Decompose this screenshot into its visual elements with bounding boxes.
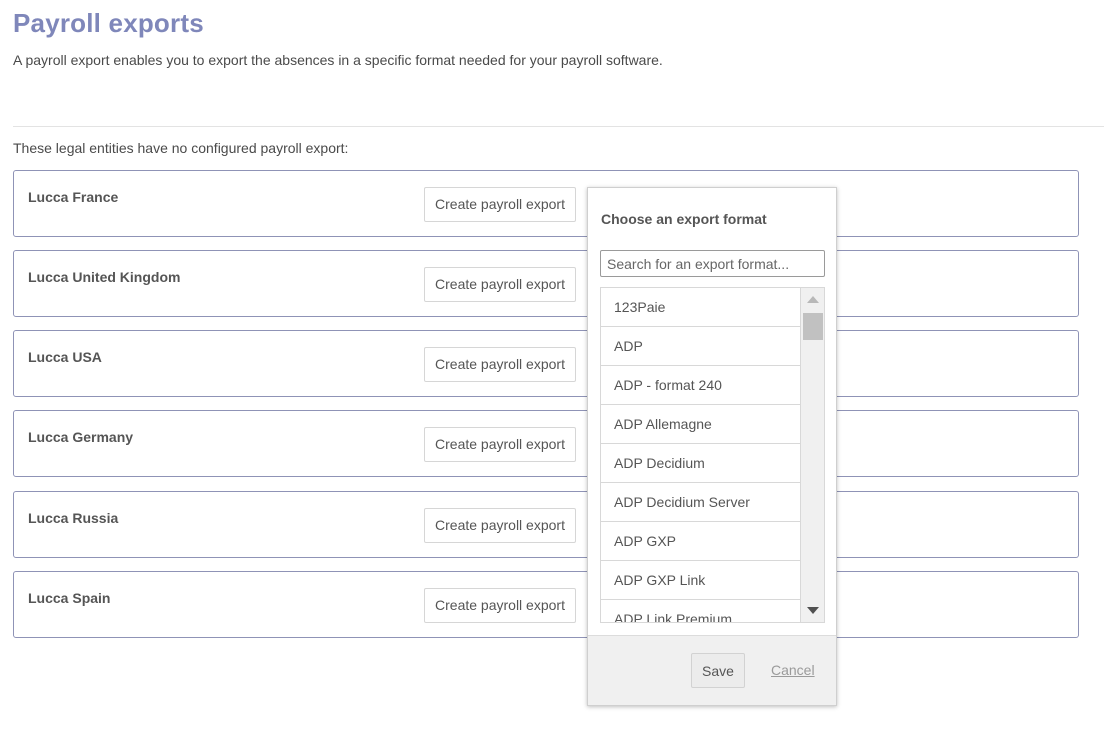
entity-card-lucca-germany: Lucca Germany Create payroll export xyxy=(13,410,1079,477)
export-format-list: 123Paie ADP ADP - format 240 ADP Allemag… xyxy=(600,287,825,623)
entity-card-lucca-united-kingdom: Lucca United Kingdom Create payroll expo… xyxy=(13,250,1079,317)
cancel-link[interactable]: Cancel xyxy=(771,662,815,678)
create-payroll-export-button[interactable]: Create payroll export xyxy=(424,267,576,302)
entity-name: Lucca USA xyxy=(28,349,102,365)
export-format-popover: Choose an export format 123Paie ADP ADP … xyxy=(587,187,837,706)
save-button[interactable]: Save xyxy=(691,653,745,688)
entity-card-lucca-spain: Lucca Spain Create payroll export xyxy=(13,571,1079,638)
page-title: Payroll exports xyxy=(13,8,204,38)
create-payroll-export-button[interactable]: Create payroll export xyxy=(424,187,576,222)
export-format-search-input[interactable] xyxy=(600,250,825,277)
format-option[interactable]: 123Paie xyxy=(601,288,800,327)
popover-footer: Save Cancel xyxy=(588,635,836,705)
entity-name: Lucca Germany xyxy=(28,429,134,445)
format-option[interactable]: ADP Decidium xyxy=(601,444,800,483)
entity-card-lucca-france: Lucca France Create payroll export xyxy=(13,170,1079,237)
page-description: A payroll export enables you to export t… xyxy=(13,52,663,68)
entity-card-lucca-russia: Lucca Russia Create payroll export xyxy=(13,491,1079,558)
format-option[interactable]: ADP xyxy=(601,327,800,366)
entity-name: Lucca United Kingdom xyxy=(28,269,181,285)
create-payroll-export-button[interactable]: Create payroll export xyxy=(424,427,576,462)
format-option[interactable]: ADP Allemagne xyxy=(601,405,800,444)
entity-name: Lucca Spain xyxy=(28,590,111,606)
format-option[interactable]: ADP Decidium Server xyxy=(601,483,800,522)
format-option[interactable]: ADP - format 240 xyxy=(601,366,800,405)
create-payroll-export-button[interactable]: Create payroll export xyxy=(424,508,576,543)
create-payroll-export-button[interactable]: Create payroll export xyxy=(424,588,576,623)
scroll-down-arrow-icon[interactable] xyxy=(807,607,819,614)
create-payroll-export-button[interactable]: Create payroll export xyxy=(424,347,576,382)
entity-name: Lucca Russia xyxy=(28,510,119,526)
format-option[interactable]: ADP GXP xyxy=(601,522,800,561)
format-option[interactable]: ADP GXP Link xyxy=(601,561,800,600)
format-list-scrollbar[interactable] xyxy=(800,288,824,622)
format-option[interactable]: ADP Link Premium xyxy=(601,600,800,622)
scrollbar-thumb[interactable] xyxy=(803,313,823,340)
popover-title: Choose an export format xyxy=(601,211,767,227)
entity-card-lucca-usa: Lucca USA Create payroll export xyxy=(13,330,1079,397)
section-label: These legal entities have no configured … xyxy=(13,140,349,156)
divider xyxy=(13,126,1104,127)
scroll-up-arrow-icon[interactable] xyxy=(807,296,819,303)
entity-name: Lucca France xyxy=(28,189,119,205)
